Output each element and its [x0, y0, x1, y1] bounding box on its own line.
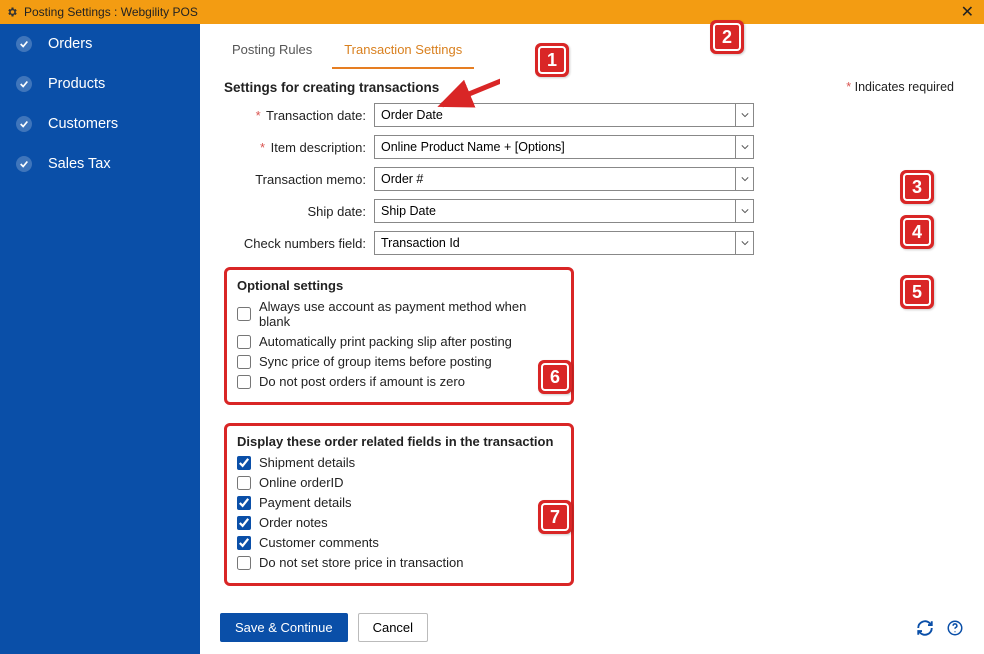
label-check-numbers: Check numbers field:: [224, 236, 374, 251]
sidebar-item-customers[interactable]: Customers: [0, 104, 200, 144]
select-value: Online Product Name + [Options]: [375, 136, 735, 158]
checkbox-do-not-post-zero[interactable]: [237, 375, 251, 389]
row-ship-date: Ship date: Ship Date: [224, 199, 960, 223]
help-icon[interactable]: [946, 619, 964, 637]
label-transaction-date: * Transaction date:: [224, 108, 374, 123]
checkbox-row: Shipment details: [237, 455, 561, 470]
checkbox-no-store-price[interactable]: [237, 556, 251, 570]
gear-icon: [6, 6, 18, 18]
footer: Save & Continue Cancel: [200, 605, 984, 654]
sidebar-item-label: Products: [48, 76, 105, 92]
checkbox-label[interactable]: Payment details: [259, 495, 352, 510]
select-transaction-memo[interactable]: Order #: [374, 167, 754, 191]
required-indicator: * Indicates required: [846, 80, 954, 94]
display-fields-group: Display these order related fields in th…: [224, 423, 574, 586]
checkbox-payment-details[interactable]: [237, 496, 251, 510]
label-transaction-memo: Transaction memo:: [224, 172, 374, 187]
checkbox-row: Do not post orders if amount is zero: [237, 374, 561, 389]
checkbox-label[interactable]: Online orderID: [259, 475, 344, 490]
form-area: Settings for creating transactions * Ind…: [200, 70, 984, 654]
sidebar-item-sales-tax[interactable]: Sales Tax: [0, 144, 200, 184]
select-check-numbers[interactable]: Transaction Id: [374, 231, 754, 255]
chevron-down-icon[interactable]: [735, 200, 753, 222]
checkbox-row: Do not set store price in transaction: [237, 555, 561, 570]
select-value: Transaction Id: [375, 232, 735, 254]
checkbox-row: Payment details: [237, 495, 561, 510]
select-item-description[interactable]: Online Product Name + [Options]: [374, 135, 754, 159]
row-transaction-memo: Transaction memo: Order #: [224, 167, 960, 191]
checkbox-row: Always use account as payment method whe…: [237, 299, 561, 329]
save-continue-button[interactable]: Save & Continue: [220, 613, 348, 642]
sidebar: Orders Products Customers Sales Tax: [0, 24, 200, 654]
checkbox-row: Automatically print packing slip after p…: [237, 334, 561, 349]
check-circle-icon: [16, 156, 32, 172]
checkbox-use-account-payment[interactable]: [237, 307, 251, 321]
annotation-callout-2: 2: [710, 20, 744, 54]
label-ship-date: Ship date:: [224, 204, 374, 219]
checkbox-label[interactable]: Do not post orders if amount is zero: [259, 374, 465, 389]
check-circle-icon: [16, 76, 32, 92]
select-transaction-date[interactable]: Order Date: [374, 103, 754, 127]
checkbox-row: Sync price of group items before posting: [237, 354, 561, 369]
checkbox-row: Online orderID: [237, 475, 561, 490]
window-title: Posting Settings : Webgility POS: [24, 5, 957, 19]
checkbox-customer-comments[interactable]: [237, 536, 251, 550]
tabs: Posting Rules Transaction Settings: [200, 24, 984, 70]
sidebar-item-orders[interactable]: Orders: [0, 24, 200, 64]
checkbox-label[interactable]: Order notes: [259, 515, 328, 530]
content: Posting Rules Transaction Settings Setti…: [200, 24, 984, 654]
cancel-button[interactable]: Cancel: [358, 613, 428, 642]
select-value: Ship Date: [375, 200, 735, 222]
check-circle-icon: [16, 36, 32, 52]
checkbox-order-notes[interactable]: [237, 516, 251, 530]
checkbox-label[interactable]: Automatically print packing slip after p…: [259, 334, 512, 349]
titlebar: Posting Settings : Webgility POS ✕: [0, 0, 984, 24]
select-value: Order Date: [375, 104, 735, 126]
annotation-callout-6: 6: [538, 360, 572, 394]
sidebar-item-products[interactable]: Products: [0, 64, 200, 104]
tab-transaction-settings[interactable]: Transaction Settings: [332, 36, 474, 69]
sidebar-item-label: Sales Tax: [48, 156, 111, 172]
row-item-description: * Item description: Online Product Name …: [224, 135, 960, 159]
chevron-down-icon[interactable]: [735, 232, 753, 254]
display-fields-heading: Display these order related fields in th…: [237, 434, 561, 449]
optional-settings-group: Optional settings Always use account as …: [224, 267, 574, 405]
check-circle-icon: [16, 116, 32, 132]
sidebar-item-label: Orders: [48, 36, 92, 52]
annotation-callout-5: 5: [900, 275, 934, 309]
sidebar-item-label: Customers: [48, 116, 118, 132]
chevron-down-icon[interactable]: [735, 136, 753, 158]
select-ship-date[interactable]: Ship Date: [374, 199, 754, 223]
checkbox-row: Order notes: [237, 515, 561, 530]
checkbox-label[interactable]: Sync price of group items before posting: [259, 354, 492, 369]
tab-posting-rules[interactable]: Posting Rules: [220, 36, 324, 69]
chevron-down-icon[interactable]: [735, 104, 753, 126]
close-icon[interactable]: ✕: [957, 2, 978, 22]
select-value: Order #: [375, 168, 735, 190]
row-check-numbers: Check numbers field: Transaction Id: [224, 231, 960, 255]
annotation-callout-7: 7: [538, 500, 572, 534]
annotation-callout-1: 1: [535, 43, 569, 77]
refresh-icon[interactable]: [916, 619, 934, 637]
checkbox-label[interactable]: Shipment details: [259, 455, 355, 470]
checkbox-shipment-details[interactable]: [237, 456, 251, 470]
row-transaction-date: * Transaction date: Order Date: [224, 103, 960, 127]
annotation-callout-4: 4: [900, 215, 934, 249]
checkbox-sync-price-group[interactable]: [237, 355, 251, 369]
checkbox-label[interactable]: Customer comments: [259, 535, 379, 550]
checkbox-print-packing-slip[interactable]: [237, 335, 251, 349]
optional-settings-heading: Optional settings: [237, 278, 561, 293]
checkbox-online-orderid[interactable]: [237, 476, 251, 490]
checkbox-label[interactable]: Do not set store price in transaction: [259, 555, 464, 570]
label-item-description: * Item description:: [224, 140, 374, 155]
checkbox-label[interactable]: Always use account as payment method whe…: [259, 299, 561, 329]
checkbox-row: Customer comments: [237, 535, 561, 550]
annotation-callout-3: 3: [900, 170, 934, 204]
chevron-down-icon[interactable]: [735, 168, 753, 190]
